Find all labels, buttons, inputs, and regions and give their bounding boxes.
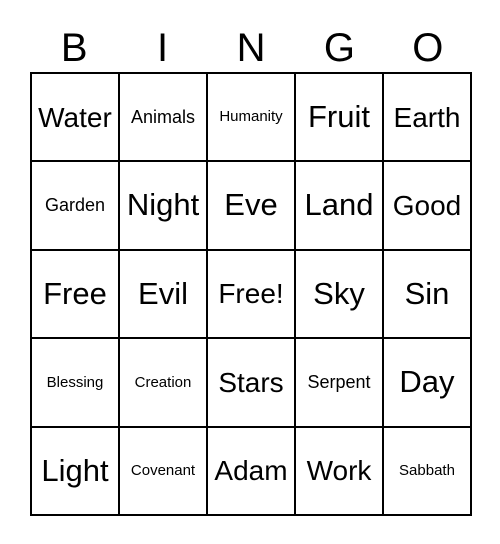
bingo-cell-o2[interactable]: Good bbox=[384, 162, 472, 251]
bingo-cell-label: Work bbox=[306, 455, 372, 487]
header-letter-n: N bbox=[236, 26, 266, 70]
bingo-cell-label: Light bbox=[41, 452, 109, 488]
bingo-cell-label: Water bbox=[38, 101, 112, 133]
bingo-cell-label: Adam bbox=[214, 455, 288, 487]
bingo-row: Light Covenant Adam Work Sabbath bbox=[32, 427, 472, 517]
bingo-cell-label: Day bbox=[399, 364, 455, 400]
bingo-cell-i1[interactable]: Animals bbox=[120, 74, 208, 163]
bingo-cell-i3[interactable]: Evil bbox=[120, 250, 208, 340]
bingo-cell-label: Sky bbox=[313, 275, 365, 311]
bingo-grid: Water Animals Humanity Fruit Earth Garde… bbox=[30, 72, 472, 517]
bingo-cell-o1[interactable]: Earth bbox=[384, 74, 472, 163]
bingo-cell-label: Good bbox=[392, 189, 462, 221]
bingo-cell-label: Covenant bbox=[130, 461, 196, 479]
bingo-cell-label: Garden bbox=[44, 195, 106, 216]
bingo-cell-label: Stars bbox=[218, 366, 284, 398]
bingo-cell-n1[interactable]: Humanity bbox=[208, 74, 296, 163]
bingo-cell-label: Sin bbox=[404, 275, 450, 311]
bingo-cell-label: Humanity bbox=[219, 108, 283, 126]
bingo-cell-g5[interactable]: Work bbox=[296, 427, 384, 517]
bingo-cell-label: Earth bbox=[393, 101, 461, 133]
bingo-cell-label: Blessing bbox=[46, 373, 104, 391]
bingo-cell-o3[interactable]: Sin bbox=[384, 250, 472, 340]
bingo-cell-b1[interactable]: Water bbox=[32, 74, 120, 163]
bingo-cell-label: Serpent bbox=[307, 371, 371, 392]
header-letter-g: G bbox=[323, 26, 355, 70]
bingo-cell-g4[interactable]: Serpent bbox=[296, 339, 384, 428]
bingo-cell-i2[interactable]: Night bbox=[120, 162, 208, 251]
bingo-cell-n2[interactable]: Eve bbox=[208, 162, 296, 251]
bingo-cell-i4[interactable]: Creation bbox=[120, 339, 208, 428]
bingo-cell-b4[interactable]: Blessing bbox=[32, 339, 120, 428]
bingo-row: Free Evil Free! Sky Sin bbox=[32, 250, 472, 340]
bingo-cell-g1[interactable]: Fruit bbox=[296, 74, 384, 163]
bingo-cell-label: Night bbox=[126, 187, 200, 223]
bingo-cell-o5[interactable]: Sabbath bbox=[384, 427, 472, 517]
header-letter-i: I bbox=[157, 26, 169, 70]
bingo-cell-b3[interactable]: Free bbox=[32, 250, 120, 340]
bingo-cell-label: Land bbox=[304, 187, 374, 223]
bingo-cell-g3[interactable]: Sky bbox=[296, 250, 384, 340]
bingo-cell-label: Free bbox=[43, 275, 107, 311]
bingo-cell-n4[interactable]: Stars bbox=[208, 339, 296, 428]
bingo-cell-label: Evil bbox=[138, 275, 188, 311]
bingo-cell-n5[interactable]: Adam bbox=[208, 427, 296, 517]
header-letter-b: B bbox=[60, 26, 88, 70]
bingo-cell-b2[interactable]: Garden bbox=[32, 162, 120, 251]
bingo-cell-b5[interactable]: Light bbox=[32, 427, 120, 517]
bingo-cell-free-space[interactable]: Free! bbox=[208, 250, 296, 340]
bingo-row: Blessing Creation Stars Serpent Day bbox=[32, 339, 472, 428]
bingo-cell-label: Free! bbox=[218, 278, 284, 310]
bingo-cell-label: Creation bbox=[134, 373, 192, 391]
bingo-cell-o4[interactable]: Day bbox=[384, 339, 472, 428]
bingo-cell-label: Sabbath bbox=[399, 461, 455, 479]
bingo-cell-g2[interactable]: Land bbox=[296, 162, 384, 251]
bingo-cell-label: Fruit bbox=[308, 98, 370, 134]
bingo-cell-i5[interactable]: Covenant bbox=[120, 427, 208, 517]
bingo-header: B I N G O bbox=[30, 24, 472, 72]
bingo-card: B I N G O Water Animals Humanity Fruit E… bbox=[0, 0, 500, 544]
bingo-cell-label: Animals bbox=[130, 106, 196, 127]
bingo-cell-label: Eve bbox=[224, 187, 278, 223]
header-letter-o: O bbox=[412, 26, 444, 70]
bingo-row: Water Animals Humanity Fruit Earth bbox=[32, 74, 472, 163]
bingo-row: Garden Night Eve Land Good bbox=[32, 162, 472, 251]
